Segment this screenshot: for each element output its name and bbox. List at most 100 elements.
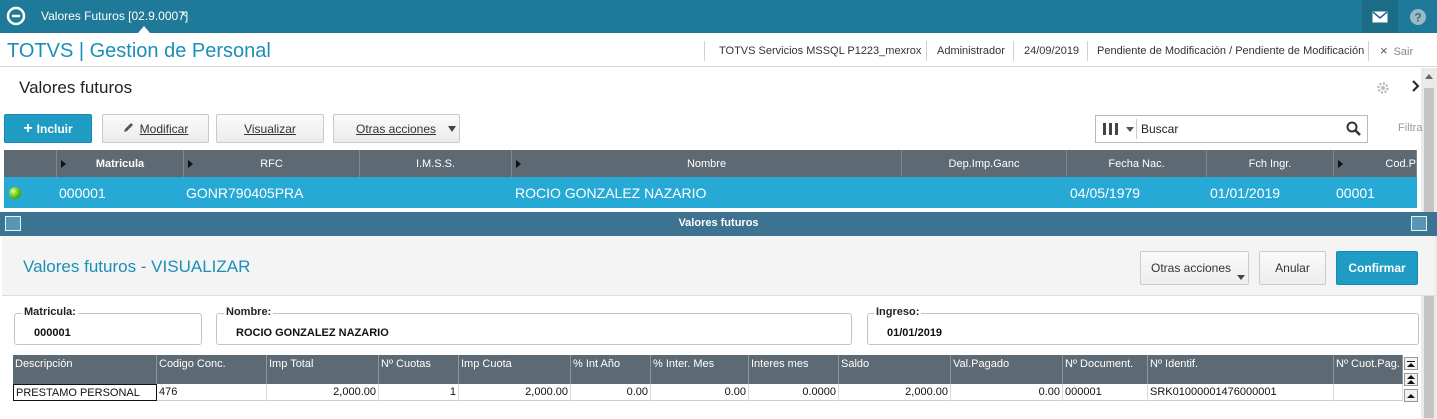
column-header-rfc[interactable]: RFC xyxy=(184,150,360,177)
modal-title-bar[interactable]: Valores futuros xyxy=(0,212,1437,236)
close-page-icon[interactable] xyxy=(1412,79,1420,96)
cell-n-identif[interactable]: SRK01000001476000001 xyxy=(1148,384,1334,401)
column-header-imp-total[interactable]: Imp Total xyxy=(267,355,379,384)
header-divider xyxy=(1087,41,1088,61)
tab-label: Valores Futuros [02.9.0007] xyxy=(41,9,189,23)
logo-icon[interactable] xyxy=(6,6,26,26)
chevron-down-icon xyxy=(448,126,456,132)
modal-title: Valores futuros - VISUALIZAR xyxy=(23,257,251,276)
ingreso-field[interactable] xyxy=(867,313,1419,345)
confirm-button[interactable]: Confirmar xyxy=(1336,251,1418,285)
cancel-label: Anular xyxy=(1275,261,1310,275)
column-header-fch-ingr[interactable]: Fch Ingr. xyxy=(1207,150,1334,177)
search-icon[interactable] xyxy=(1346,121,1362,142)
include-button[interactable]: + Incluir xyxy=(4,114,92,143)
view-label: Visualizar xyxy=(244,121,296,136)
column-header-n-cuotas[interactable]: Nº Cuotas xyxy=(379,355,459,384)
date-label: 24/09/2019 xyxy=(1024,45,1080,57)
column-header-codigo-conc[interactable]: Codigo Conc. xyxy=(157,355,267,384)
column-header-imp-cuota[interactable]: Imp Cuota xyxy=(459,355,571,384)
cell-fch-ingr: 01/01/2019 xyxy=(1210,185,1281,201)
modal-other-actions-button[interactable]: Otras acciones xyxy=(1140,251,1249,285)
other-actions-button[interactable]: Otras acciones xyxy=(333,114,460,143)
cell-rfc: GONR790405PRA xyxy=(186,185,304,201)
scroll-up-icon[interactable] xyxy=(1425,74,1433,79)
column-header-n-cuot-pag[interactable]: Nº Cuot.Pag. xyxy=(1334,355,1403,384)
column-header-imss[interactable]: I.M.S.S. xyxy=(360,150,512,177)
top-bar: Valores Futuros [02.9.0007] × ? xyxy=(0,0,1437,33)
nombre-value: ROCIO GONZALEZ NAZARIO xyxy=(236,327,389,339)
modal-bar-title: Valores futuros xyxy=(678,217,759,229)
ingreso-label: Ingreso: xyxy=(874,306,922,318)
cell-saldo[interactable]: 2,000.00 xyxy=(839,384,951,401)
page-up-icon[interactable] xyxy=(1404,373,1418,386)
cell-imp-cuota[interactable]: 2,000.00 xyxy=(459,384,571,401)
column-header-inter-mes[interactable]: % Inter. Mes xyxy=(651,355,749,384)
cell-cod-p: 00001 xyxy=(1336,185,1375,201)
header-divider xyxy=(926,41,927,61)
app-header: TOTVS | Gestion de Personal TOTVS Servic… xyxy=(0,35,1437,67)
columns-icon[interactable] xyxy=(1102,122,1120,141)
scroll-up-icon[interactable] xyxy=(1404,389,1418,402)
tab-close-icon[interactable]: × xyxy=(180,7,187,21)
column-header-dep-imp-ganc[interactable]: Dep.Imp.Ganc xyxy=(902,150,1067,177)
cell-inter-mes[interactable]: 0.00 xyxy=(651,384,749,401)
gear-icon[interactable] xyxy=(1376,81,1390,100)
view-button[interactable]: Visualizar xyxy=(216,114,324,143)
cell-interes-mes[interactable]: 0.0000 xyxy=(749,384,839,401)
modify-label: Modificar xyxy=(139,121,189,136)
confirm-label: Confirmar xyxy=(1348,261,1406,275)
environment-label: TOTVS Servicios MSSQL P1223_mexrox xyxy=(719,45,922,57)
detail-grid: Descripción Codigo Conc. Imp Total Nº Cu… xyxy=(13,355,1403,401)
search-input[interactable]: Buscar xyxy=(1095,115,1368,143)
column-header-status xyxy=(4,150,57,177)
scroll-top-icon[interactable] xyxy=(1404,357,1418,370)
matricula-value: 000001 xyxy=(34,327,71,339)
column-header-interes-mes[interactable]: Interes mes xyxy=(749,355,839,384)
svg-text:?: ? xyxy=(1414,10,1421,24)
chevron-down-icon[interactable] xyxy=(1126,127,1134,132)
detail-grid-header: Descripción Codigo Conc. Imp Total Nº Cu… xyxy=(13,355,1403,384)
search-text[interactable]: Buscar xyxy=(1141,122,1178,136)
exit-button[interactable]: × Sair xyxy=(1380,43,1413,58)
column-header-val-pagado[interactable]: Val.Pagado xyxy=(951,355,1063,384)
search-divider xyxy=(1136,119,1137,139)
cell-val-pagado[interactable]: 0.00 xyxy=(951,384,1063,401)
detail-scrollbar[interactable] xyxy=(1404,355,1418,419)
cell-descripcion[interactable]: PRESTAMO PERSONAL xyxy=(13,384,157,401)
header-divider xyxy=(704,41,705,61)
cell-codigo-conc[interactable]: 476 xyxy=(157,384,267,401)
cell-n-cuot-pag[interactable] xyxy=(1334,384,1403,401)
header-divider xyxy=(1368,41,1369,61)
cell-imp-total[interactable]: 2,000.00 xyxy=(267,384,379,401)
column-header-int-ano[interactable]: % Int Año xyxy=(571,355,651,384)
cell-matricula: 000001 xyxy=(59,185,106,201)
table-row[interactable]: PRESTAMO PERSONAL 476 2,000.00 1 2,000.0… xyxy=(13,384,1403,401)
modal-other-actions-label: Otras acciones xyxy=(1151,261,1232,275)
cell-int-ano[interactable]: 0.00 xyxy=(571,384,651,401)
matricula-label: Matricula: xyxy=(22,306,78,318)
close-icon: × xyxy=(1380,43,1388,58)
table-row[interactable]: 000001 GONR790405PRA ROCIO GONZALEZ NAZA… xyxy=(4,177,1417,208)
window-icon[interactable] xyxy=(1411,216,1427,231)
cancel-button[interactable]: Anular xyxy=(1259,251,1326,285)
mail-icon[interactable] xyxy=(1362,0,1398,33)
cell-n-document[interactable]: 000001 xyxy=(1063,384,1148,401)
column-header-descripcion[interactable]: Descripción xyxy=(13,355,157,384)
pencil-icon xyxy=(123,122,134,136)
browse-grid: Matricula RFC I.M.S.S. Nombre Dep.Imp.Ga… xyxy=(4,150,1417,208)
column-header-n-identif[interactable]: Nº Identif. xyxy=(1148,355,1334,384)
page-title: Valores futuros xyxy=(19,78,133,97)
browse-grid-header: Matricula RFC I.M.S.S. Nombre Dep.Imp.Ga… xyxy=(4,150,1417,177)
help-icon[interactable]: ? xyxy=(1400,0,1436,33)
column-header-cod-p[interactable]: Cod.P xyxy=(1334,150,1417,177)
column-header-fecha-nac[interactable]: Fecha Nac. xyxy=(1067,150,1207,177)
column-header-matricula[interactable]: Matricula xyxy=(57,150,184,177)
tab-valores-futuros[interactable]: Valores Futuros [02.9.0007] × xyxy=(33,0,191,33)
modify-button[interactable]: Modificar xyxy=(102,114,209,143)
column-header-n-document[interactable]: Nº Document. xyxy=(1063,355,1148,384)
cell-n-cuotas[interactable]: 1 xyxy=(379,384,459,401)
column-header-saldo[interactable]: Saldo xyxy=(839,355,951,384)
filter-label[interactable]: Filtra xyxy=(1398,122,1422,134)
column-header-nombre[interactable]: Nombre xyxy=(512,150,902,177)
